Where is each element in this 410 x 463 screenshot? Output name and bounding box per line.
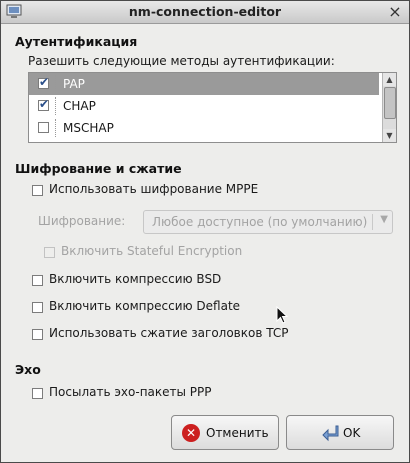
cancel-button[interactable]: ✕ Отменить	[171, 415, 279, 450]
list-item[interactable]: ✔ CHAP	[29, 95, 379, 117]
pap-checkbox[interactable]: ✔	[38, 75, 50, 89]
encryption-section-title: Шифрование и сжатие	[15, 161, 182, 176]
ok-button[interactable]: OK	[286, 415, 394, 450]
cancel-icon: ✕	[182, 424, 200, 442]
scroll-thumb[interactable]	[384, 87, 396, 119]
list-scrollbar[interactable]: ▲ ▼	[382, 73, 396, 142]
cipher-value: Любое доступное (по умолчанию)	[152, 215, 368, 229]
method-label: MSCHAP	[63, 121, 114, 135]
close-icon[interactable]: ×	[387, 4, 403, 20]
deflate-checkbox[interactable]	[32, 302, 43, 313]
send-ppp-echo-checkbox[interactable]	[32, 388, 43, 399]
mschap-checkbox[interactable]	[38, 122, 49, 133]
scroll-up-icon[interactable]: ▲	[383, 73, 396, 86]
dialog-window: nm-connection-editor × Аутентификация Ра…	[0, 0, 410, 463]
method-label: CHAP	[63, 99, 96, 113]
auth-hint: Разешить следующие методы аутентификации…	[28, 54, 335, 68]
cipher-select[interactable]: Любое доступное (по умолчанию) ▼	[143, 210, 393, 234]
use-mppe-checkbox[interactable]	[32, 185, 43, 196]
cipher-label: Шифрование:	[38, 214, 126, 228]
method-label: PAP	[63, 77, 85, 91]
stateful-encryption-checkbox[interactable]	[44, 247, 55, 258]
checkmark-icon: ✔	[39, 97, 50, 111]
stateful-encryption-label: Включить Stateful Encryption	[61, 244, 243, 258]
bsd-label[interactable]: Включить компрессию BSD	[49, 272, 221, 286]
echo-section-title: Эхо	[15, 362, 41, 377]
send-ppp-echo-label[interactable]: Посылать эхо-пакеты PPP	[49, 385, 212, 399]
list-item[interactable]: MSCHAP	[29, 117, 379, 139]
scroll-down-icon[interactable]: ▼	[383, 129, 396, 142]
mouse-cursor-icon	[276, 306, 289, 324]
title-bar[interactable]: nm-connection-editor ×	[1, 1, 409, 24]
checkmark-icon: ✔	[39, 75, 50, 89]
chap-checkbox[interactable]: ✔	[38, 97, 50, 111]
list-item[interactable]: ✔ PAP	[29, 73, 379, 95]
bsd-checkbox[interactable]	[32, 275, 43, 286]
ok-button-label: OK	[343, 426, 361, 440]
cancel-button-label: Отменить	[206, 426, 269, 440]
use-mppe-label[interactable]: Использовать шифрование MPPE	[49, 182, 258, 196]
enter-arrow-icon	[322, 425, 339, 442]
auth-methods-list[interactable]: ✔ PAP ✔ CHAP MSCHAP ▲ ▼	[28, 72, 397, 143]
chevron-down-icon: ▼	[380, 214, 388, 225]
deflate-label[interactable]: Включить компрессию Deflate	[49, 299, 240, 313]
window-title: nm-connection-editor	[128, 4, 282, 19]
tcp-header-checkbox[interactable]	[32, 329, 43, 340]
tcp-header-label[interactable]: Использовать сжатие заголовков TCP	[49, 326, 288, 340]
auth-section-title: Аутентификация	[15, 34, 138, 49]
